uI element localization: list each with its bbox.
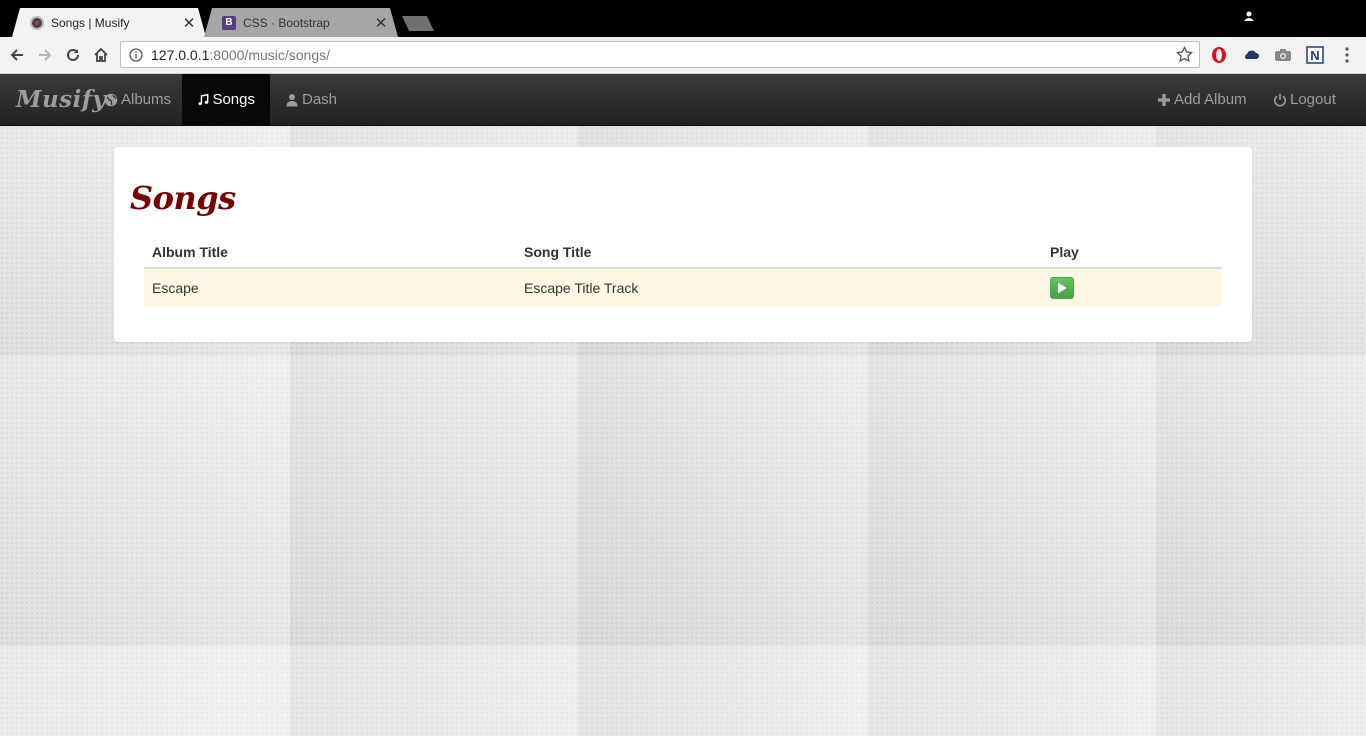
menu-kebab-icon[interactable] xyxy=(1338,46,1356,64)
address-bar[interactable]: 127.0.0.1:8000/music/songs/ xyxy=(120,41,1200,68)
globe-icon xyxy=(104,93,118,106)
app-navbar: Musify Albums Songs Dash Add Album Logou… xyxy=(0,74,1366,126)
nav-item-songs[interactable]: Songs xyxy=(182,74,270,125)
url-path: :8000/music/songs/ xyxy=(209,46,331,63)
musify-favicon-icon xyxy=(30,16,44,30)
music-note-icon xyxy=(198,93,209,105)
nav-item-label: Songs xyxy=(212,91,255,108)
plus-icon xyxy=(1158,93,1170,106)
browser-tabstrip: Songs | Musify ✕ B CSS · Bootstrap ✕ xyxy=(0,0,1366,37)
reload-icon xyxy=(67,48,79,61)
play-button[interactable] xyxy=(1050,277,1074,299)
bookmark-star-icon[interactable] xyxy=(1176,46,1193,63)
tab-songs-musify[interactable]: Songs | Musify ✕ xyxy=(12,8,206,37)
home-button[interactable] xyxy=(92,46,110,64)
tab-title: Songs | Musify xyxy=(51,15,130,30)
add-album-button[interactable]: Add Album xyxy=(1142,74,1262,125)
album-title-cell: Escape xyxy=(144,268,516,307)
table-header-row: Album Title Song Title Play xyxy=(144,237,1222,269)
tab-css-bootstrap[interactable]: B CSS · Bootstrap ✕ xyxy=(204,8,398,37)
tab-close-icon[interactable]: ✕ xyxy=(182,14,196,32)
arrow-left-icon xyxy=(10,49,23,61)
column-header-play: Play xyxy=(1042,237,1222,269)
new-tab-button[interactable] xyxy=(402,16,434,31)
cloud-extension-icon[interactable] xyxy=(1242,46,1260,64)
user-icon xyxy=(286,93,298,106)
page-title: Songs xyxy=(130,179,236,217)
nav-item-dash[interactable]: Dash xyxy=(270,74,352,125)
table-row: Escape Escape Title Track xyxy=(144,268,1222,307)
url-host: 127.0.0.1 xyxy=(151,46,210,63)
reload-button[interactable] xyxy=(64,46,82,64)
back-button[interactable] xyxy=(8,46,26,64)
tab-title: CSS · Bootstrap xyxy=(243,15,330,30)
songs-panel: Songs Album Title Song Title Play Escape… xyxy=(114,147,1252,342)
info-icon[interactable] xyxy=(129,47,143,62)
logout-button[interactable]: Logout xyxy=(1258,74,1351,125)
browser-toolbar: 127.0.0.1:8000/music/songs/ N xyxy=(0,37,1366,74)
add-album-label: Add Album xyxy=(1174,91,1247,108)
column-header-song-title: Song Title xyxy=(516,237,1042,269)
power-icon xyxy=(1274,93,1286,107)
camera-extension-icon[interactable] xyxy=(1274,46,1292,64)
n-extension-icon[interactable]: N xyxy=(1306,46,1324,64)
bootstrap-favicon-icon: B xyxy=(222,16,236,30)
songs-table: Album Title Song Title Play Escape Escap… xyxy=(144,237,1222,307)
nav-item-label: Albums xyxy=(121,91,172,108)
opera-extension-icon[interactable] xyxy=(1210,46,1228,64)
forward-button[interactable] xyxy=(36,46,54,64)
song-title-cell: Escape Title Track xyxy=(516,268,1042,307)
nav-item-label: Dash xyxy=(302,91,338,108)
svg-text:N: N xyxy=(1310,48,1319,63)
column-header-album-title: Album Title xyxy=(144,237,516,269)
home-icon xyxy=(94,47,108,62)
profile-icon[interactable] xyxy=(1242,10,1256,24)
arrow-right-icon xyxy=(39,49,52,61)
logout-label: Logout xyxy=(1290,91,1336,108)
play-cell xyxy=(1042,268,1222,307)
nav-item-albums[interactable]: Albums xyxy=(89,74,186,125)
play-icon xyxy=(1058,282,1067,294)
tab-close-icon[interactable]: ✕ xyxy=(374,14,388,32)
